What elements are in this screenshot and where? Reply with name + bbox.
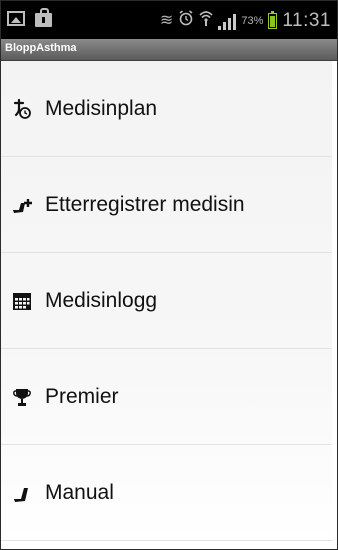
wifi-icon [199, 9, 213, 32]
inhaler-icon [11, 482, 33, 504]
menu-item-label: Premier [45, 384, 119, 408]
bag-icon [35, 8, 52, 27]
menu-item-label: Medisinlogg [45, 288, 158, 312]
signal-icon [218, 12, 237, 30]
alarm-icon [178, 10, 194, 31]
scroll-track [332, 61, 337, 543]
menu-item-medisinlogg[interactable]: Medisinlogg [1, 253, 332, 349]
menu-item-manual[interactable]: Manual [1, 445, 332, 541]
trophy-icon [11, 386, 33, 408]
menu-item-etterregistrer-medisin[interactable]: Etterregistrer medisin [1, 157, 332, 253]
menu-item-label: Etterregistrer medisin [45, 192, 245, 216]
title-bar: BloppAsthma [1, 39, 337, 61]
battery-percent: 73% [241, 14, 264, 27]
app-title: BloppAsthma [5, 42, 77, 54]
pill-timer-icon [11, 98, 33, 120]
battery-icon [268, 10, 278, 29]
app-window: ≋ 73% 11:31 BloppAsthma Medisinplan Ette… [0, 0, 338, 550]
status-bar: ≋ 73% 11:31 [1, 1, 337, 39]
menu-item-premier[interactable]: Premier [1, 349, 332, 445]
clock: 11:31 [282, 9, 331, 31]
muted-sync-icon: ≋ [159, 11, 174, 29]
inhaler-plus-icon [11, 194, 33, 216]
menu-item-label: Manual [45, 480, 114, 504]
main-menu: Medisinplan Etterregistrer medisin Medis… [1, 61, 332, 543]
menu-item-medisinplan[interactable]: Medisinplan [1, 61, 332, 157]
image-icon [7, 11, 25, 26]
calendar-icon [11, 290, 33, 312]
menu-item-label: Medisinplan [45, 96, 158, 120]
